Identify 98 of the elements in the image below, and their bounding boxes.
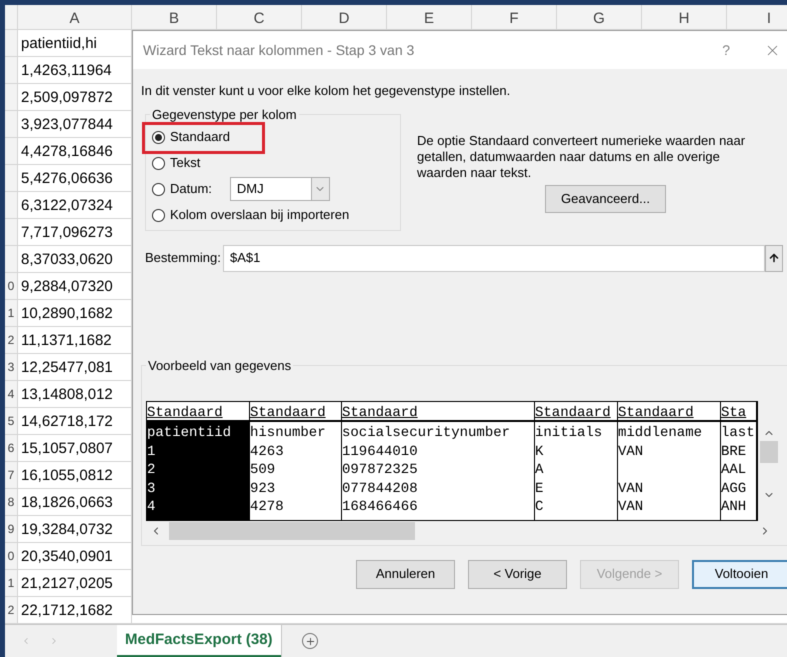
preview-cell: 4: [147, 499, 156, 514]
row-header[interactable]: [5, 219, 18, 246]
arrow-up-icon: [768, 252, 780, 264]
radio-label[interactable]: Standaard: [170, 127, 230, 147]
dialog-button[interactable]: < Vorige: [468, 560, 567, 588]
column-type: Standaard: [250, 405, 326, 420]
row-header[interactable]: 8: [5, 489, 18, 516]
preview-cell: socialsecuritynumber: [342, 425, 510, 440]
row-header[interactable]: 9: [5, 516, 18, 543]
row-header[interactable]: 2: [5, 327, 18, 354]
preview-cell: VAN: [618, 444, 644, 459]
preview-cell: VAN: [618, 480, 644, 496]
add-sheet-icon[interactable]: [302, 633, 318, 649]
advanced-button[interactable]: Geavanceerd...: [545, 184, 666, 212]
preview-column[interactable]: Standaard initials K A E C: [535, 402, 618, 520]
window-title: Wizard Tekst naar kolommen - Stap 3 van 3: [143, 40, 416, 60]
column-type: Standaard: [147, 405, 223, 420]
preview-column[interactable]: Standaard socialsecuritynumber 119644010 097872325 077844208 168466466: [342, 402, 535, 520]
preview-cell: patientiid: [147, 425, 232, 440]
preview-cell: 1: [147, 444, 156, 459]
destination-field[interactable]: $A$1: [223, 244, 765, 272]
column-header[interactable]: H: [642, 5, 727, 29]
row-header[interactable]: 1: [5, 300, 18, 327]
row-header[interactable]: [5, 192, 18, 219]
column-type: Sta: [721, 405, 746, 420]
row-header[interactable]: [5, 84, 18, 111]
preview-column[interactable]: Standaard patientiid 1 2 3 4: [147, 402, 250, 520]
column-header[interactable]: D: [302, 5, 387, 29]
preview-column[interactable]: Standaard middlename VAN VAN VAN: [618, 402, 721, 520]
row-header[interactable]: [5, 57, 18, 84]
row-header[interactable]: [5, 138, 18, 165]
row-header[interactable]: 7: [5, 462, 18, 489]
preview-cell: 3: [147, 480, 156, 496]
column-type: Standaard: [618, 405, 694, 420]
preview-cell: C: [535, 499, 544, 514]
group-title: Voorbeeld van gegevens: [147, 356, 292, 375]
preview-cell: 4263: [250, 444, 284, 459]
column-header[interactable]: F: [472, 5, 557, 29]
sheet-tab[interactable]: MedFactsExport (38): [117, 625, 281, 657]
preview-cell: 509: [250, 462, 276, 478]
row-header[interactable]: 0: [5, 543, 18, 570]
row-header[interactable]: 3: [5, 354, 18, 381]
destination-label: Bestemming:: [145, 249, 222, 268]
dialog-button[interactable]: Annuleren: [356, 560, 455, 588]
row-header[interactable]: 5: [5, 408, 18, 435]
row-header[interactable]: 1: [5, 570, 18, 597]
row-header[interactable]: 2: [5, 597, 18, 624]
column-type: Standaard: [535, 405, 611, 420]
preview-cell: initials: [535, 425, 602, 440]
radio-button[interactable]: [152, 208, 165, 222]
column-header[interactable]: I: [727, 5, 787, 29]
preview-cell: E: [535, 480, 544, 496]
preview-cell: 923: [250, 480, 276, 496]
preview-cell: 2: [147, 462, 156, 478]
preview-cell: BRE: [721, 444, 746, 459]
column-header[interactable]: C: [217, 5, 302, 29]
row-header[interactable]: [5, 111, 18, 138]
preview-cell: hisnumber: [250, 425, 326, 440]
description-text: De optie Standaard converteert numerieke waarden naar getallen, datumwaarden naar datums en alle overige waarden naar tekst.: [417, 132, 746, 180]
radio-button[interactable]: [152, 156, 165, 170]
row-header[interactable]: [5, 165, 18, 192]
column-header[interactable]: G: [557, 5, 642, 29]
preview-cell: middlename: [618, 425, 702, 440]
preview-cell: AAL: [721, 462, 746, 478]
radio-label[interactable]: Tekst: [170, 153, 200, 173]
row-header[interactable]: [5, 246, 18, 273]
row-header[interactable]: 0: [5, 273, 18, 300]
column-header[interactable]: B: [132, 5, 217, 29]
preview-column[interactable]: Sta last BRE AAL AGG ANH: [721, 402, 757, 520]
row-header[interactable]: 6: [5, 435, 18, 462]
column-type: Standaard: [342, 405, 418, 420]
preview-column[interactable]: Standaard hisnumber 4263 509 923 4278: [250, 402, 342, 520]
preview-cell: 119644010: [342, 444, 418, 459]
intro-text: In dit venster kunt u voor elke kolom het gegevenstype instellen.: [141, 82, 512, 100]
scrollbar-thumb[interactable]: [760, 441, 778, 463]
preview-cell: 077844208: [342, 480, 418, 496]
preview-cell: last: [721, 425, 755, 440]
preview-cell: AGG: [721, 480, 746, 496]
row-header[interactable]: 4: [5, 381, 18, 408]
column-header[interactable]: A: [18, 5, 132, 29]
preview-cell: 097872325: [342, 462, 418, 478]
row-header[interactable]: [5, 30, 18, 57]
radio-button[interactable]: [152, 182, 165, 196]
dialog-button[interactable]: Voltooien: [692, 560, 787, 588]
help-button[interactable]: ?: [722, 40, 730, 60]
preview-cell: 168466466: [342, 499, 418, 514]
date-format-select[interactable]: DMJ: [230, 177, 330, 201]
preview-cell: K: [535, 444, 544, 459]
collapse-button[interactable]: [765, 244, 783, 272]
radio-label[interactable]: Datum:: [170, 179, 212, 199]
radio-label[interactable]: Kolom overslaan bij importeren: [170, 205, 350, 225]
preview-cell: A: [535, 462, 544, 478]
preview-cell: 4278: [250, 499, 284, 514]
preview-cell: ANH: [721, 499, 746, 514]
preview-cell: VAN: [618, 499, 644, 514]
group-title: Gegevenstype per kolom: [151, 106, 298, 124]
column-header[interactable]: E: [387, 5, 472, 29]
radio-button[interactable]: [152, 130, 165, 144]
